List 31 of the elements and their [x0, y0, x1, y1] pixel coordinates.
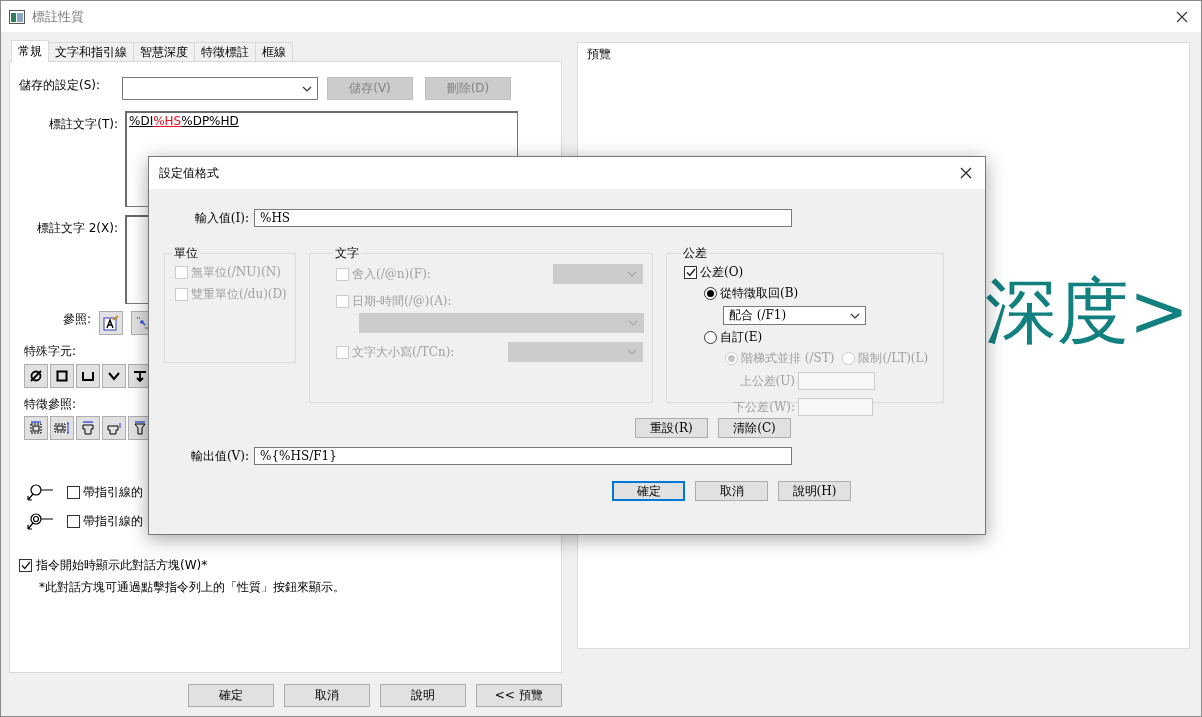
field-label: 上公差(U) [739, 372, 795, 390]
field-label: 輸出值(V): [190, 447, 249, 465]
field-label: 下公差(W): [733, 398, 795, 416]
field-label: 標註文字 2(X): [36, 220, 118, 237]
option-label: 雙重單位(/du)(D) [191, 286, 287, 303]
option-label: 指令開始時顯示此對話方塊(W)* [36, 557, 208, 574]
option-label: 階梯式並排 (/ST) [741, 350, 835, 367]
field-label: 輸入值(I): [194, 209, 249, 227]
group-title: 文字 [334, 245, 360, 262]
option-label: 公差(O) [700, 264, 744, 281]
preview-sample-text: 深度> [984, 268, 1189, 355]
option-label: 無單位(/NU)(N) [191, 264, 281, 281]
option-label: 帶指引線的 [83, 512, 143, 530]
option-label: 從特徵取回(B) [720, 285, 799, 302]
option-label: 文字大小寫(/TCn): [352, 343, 455, 361]
option-label: 自訂(E) [720, 329, 763, 346]
option-label: 舍入(/@n)(F): [352, 265, 431, 283]
field-label: 標註文字(T): [49, 116, 118, 133]
preview-title: 預覽 [586, 46, 611, 63]
field-label: 參照: [63, 311, 92, 328]
window-title: 標註性質 [32, 7, 85, 26]
note-text: *此對話方塊可通過點擊指令列上的「性質」按鈕來顯示。 [39, 579, 346, 596]
group-title: 公差 [682, 245, 708, 262]
group-title: 單位 [173, 245, 199, 262]
dialog-title: 設定值格式 [159, 164, 219, 182]
option-label: 日期-時間(/@)(A): [352, 293, 452, 310]
field-label: 儲存的設定(S): [19, 77, 102, 94]
option-label: 帶指引線的 [83, 483, 143, 501]
section-label: 特徵參照: [24, 396, 77, 413]
option-label: 限制(/LT)(L) [858, 350, 929, 367]
section-label: 特殊字元: [24, 343, 77, 360]
